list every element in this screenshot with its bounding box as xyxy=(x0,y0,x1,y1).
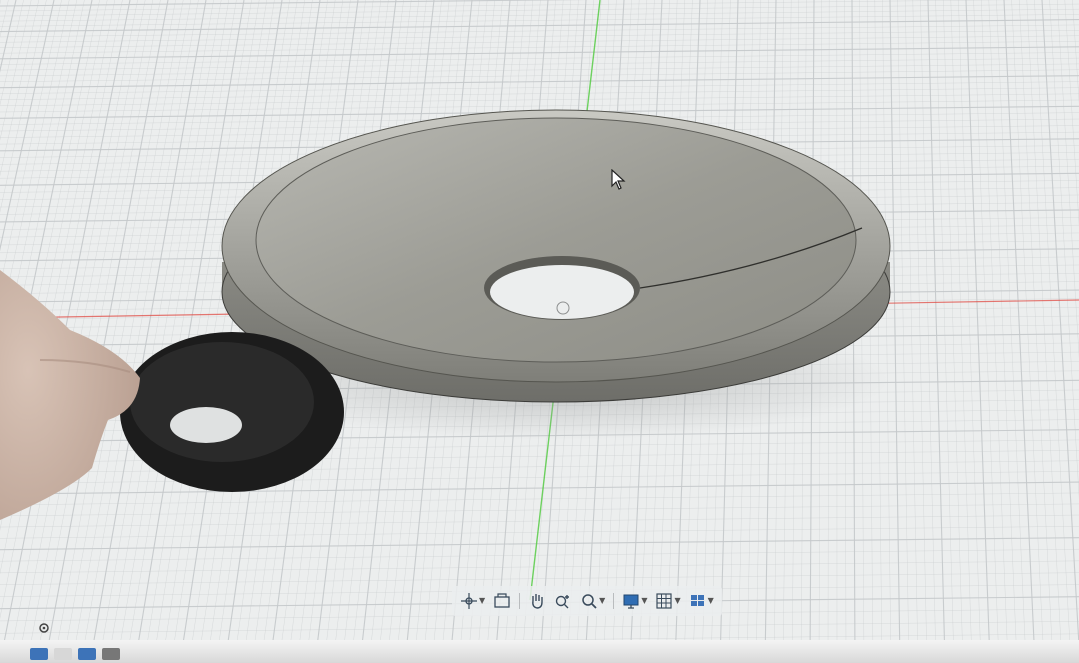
look-at-icon xyxy=(493,592,511,610)
viewports-icon xyxy=(689,592,707,610)
timeline-icon[interactable] xyxy=(30,648,48,660)
chevron-down-icon[interactable]: ▼ xyxy=(599,597,605,605)
timeline-bar xyxy=(0,640,1079,663)
look-at-button[interactable] xyxy=(491,590,513,612)
navigation-toolbar: ▼ ▼ ▼ ▼ ▼ xyxy=(452,586,722,616)
pan-button[interactable] xyxy=(526,590,548,612)
3d-viewport[interactable] xyxy=(0,0,1079,663)
zoom-window-icon xyxy=(580,592,598,610)
timeline-icon[interactable] xyxy=(54,648,72,660)
chevron-down-icon[interactable]: ▼ xyxy=(708,597,714,605)
grid-settings-icon xyxy=(655,592,673,610)
toolbar-divider xyxy=(613,593,615,609)
zoom-icon xyxy=(554,592,572,610)
toolbar-divider xyxy=(519,593,521,609)
physical-rubber-part xyxy=(120,332,344,492)
filter-icon[interactable] xyxy=(102,648,120,660)
display-settings-icon xyxy=(622,592,640,610)
zoom-window-button[interactable]: ▼ xyxy=(578,590,607,612)
chevron-down-icon[interactable]: ▼ xyxy=(674,597,680,605)
orbit-icon xyxy=(460,592,478,610)
pan-hand-icon xyxy=(528,592,546,610)
grid-settings-button[interactable]: ▼ xyxy=(653,590,682,612)
zoom-button[interactable] xyxy=(552,590,574,612)
mouse-cursor-icon xyxy=(611,168,627,195)
display-settings-button[interactable]: ▼ xyxy=(620,590,649,612)
zoom-dot-icon[interactable] xyxy=(37,620,51,634)
timeline-icon[interactable] xyxy=(78,648,96,660)
chevron-down-icon[interactable]: ▼ xyxy=(641,597,647,605)
ground-grid xyxy=(0,0,1079,663)
chevron-down-icon[interactable]: ▼ xyxy=(479,597,485,605)
orbit-button[interactable]: ▼ xyxy=(458,590,487,612)
viewports-button[interactable]: ▼ xyxy=(687,590,716,612)
bottom-icons xyxy=(30,648,120,663)
cad-window: ▼ ▼ ▼ ▼ ▼ xyxy=(0,0,1079,663)
